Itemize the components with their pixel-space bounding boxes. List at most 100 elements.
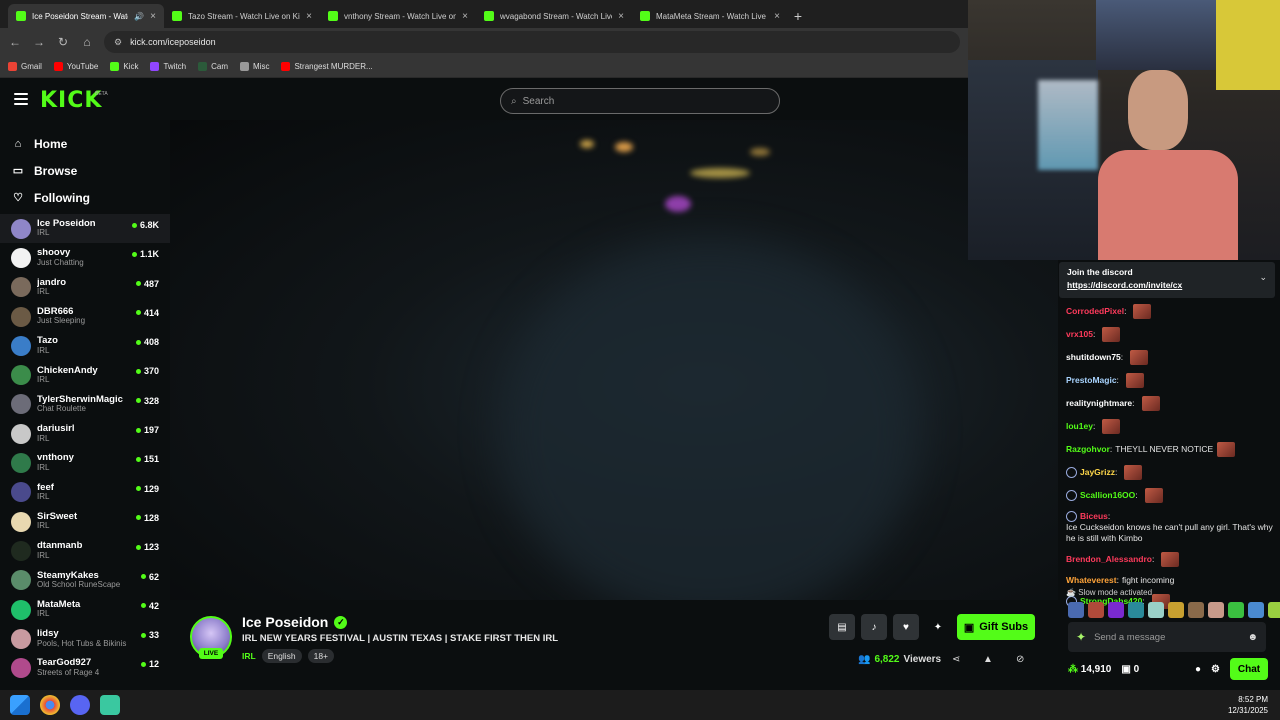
sidebar-item-home[interactable]: ⌂ Home [12, 130, 170, 157]
chat-username[interactable]: Whateverest [1066, 575, 1117, 586]
chat-username[interactable]: vrx105 [1066, 329, 1093, 340]
emoji-icon[interactable]: ☻ [1247, 632, 1258, 643]
emote[interactable] [1124, 465, 1143, 480]
emote[interactable] [1148, 602, 1164, 618]
chat-username[interactable]: realitynightmare [1066, 398, 1132, 409]
emote[interactable] [1128, 602, 1144, 618]
bookmark[interactable]: Misc [240, 62, 269, 71]
bookmark[interactable]: YouTube [53, 62, 98, 71]
bookmark[interactable]: Gmail [8, 62, 42, 71]
speaker-icon[interactable]: 🔊 [134, 12, 144, 21]
channel-item[interactable]: SteamyKakes Old School RuneScape 62 [0, 566, 170, 595]
close-tab-icon[interactable]: × [774, 11, 780, 22]
channel-item[interactable]: dtanmanb IRL 123 [0, 536, 170, 565]
emote[interactable] [1248, 602, 1264, 618]
channel-item[interactable]: dariusirl IRL 197 [0, 419, 170, 448]
bookmark[interactable]: Kick [110, 62, 138, 71]
channel-item[interactable]: SirSweet IRL 128 [0, 507, 170, 536]
system-clock[interactable]: 8:52 PM 12/31/2025 [1228, 694, 1268, 716]
chat-username[interactable]: Scallion16OO [1080, 490, 1135, 501]
app-icon[interactable] [100, 695, 120, 715]
report-icon[interactable]: ▲ [983, 654, 993, 665]
chat-username[interactable]: Brendon_Alessandro [1066, 554, 1152, 565]
chrome-icon[interactable] [40, 695, 60, 715]
windows-start-icon[interactable] [10, 695, 30, 715]
age-tag[interactable]: 18+ [307, 649, 335, 663]
channel-item[interactable]: TearGod927 Streets of Rage 4 12 [0, 653, 170, 682]
channel-item[interactable]: MataMeta IRL 42 [0, 595, 170, 624]
clip-button[interactable]: ▤ [829, 614, 855, 640]
emote[interactable] [1088, 602, 1104, 618]
browser-tab[interactable]: MataMeta Stream - Watch Live × [632, 4, 788, 28]
url-field[interactable]: ⚙ kick.com/iceposeidon [104, 31, 960, 53]
channel-item[interactable]: feef IRL 129 [0, 478, 170, 507]
chat-username[interactable]: lou1ey [1066, 421, 1093, 432]
home-icon[interactable]: ⌂ [80, 35, 94, 49]
pinned-link[interactable]: https://discord.com/invite/cx [1067, 280, 1267, 290]
browser-tab[interactable]: vnthony Stream - Watch Live on × [320, 4, 476, 28]
emote[interactable] [1102, 327, 1121, 342]
forward-icon[interactable]: → [32, 35, 46, 49]
chat-username[interactable]: CorrodedPixel [1066, 306, 1124, 317]
theater-mode-icon[interactable]: ⊘ [1016, 654, 1024, 665]
channel-item[interactable]: TylerSherwinMagic Chat Roulette 328 [0, 390, 170, 419]
share-icon[interactable]: ⋖ [952, 654, 960, 665]
streamer-name[interactable]: Ice Poseidon [242, 614, 328, 630]
channel-item[interactable]: Ice Poseidon IRL 6.8K [0, 214, 170, 244]
emote[interactable] [1168, 602, 1184, 618]
settings-icon[interactable]: ⚙ [1211, 664, 1220, 675]
close-tab-icon[interactable]: × [462, 11, 468, 22]
discord-icon[interactable] [70, 695, 90, 715]
emote[interactable] [1125, 373, 1144, 388]
back-icon[interactable]: ← [8, 35, 22, 49]
close-tab-icon[interactable]: × [150, 11, 156, 22]
emote[interactable] [1217, 442, 1236, 457]
points-display[interactable]: ⁂ 14,910 [1068, 664, 1111, 675]
emote[interactable] [1108, 602, 1124, 618]
follow-button[interactable]: ♥ [893, 614, 919, 640]
chat-username[interactable]: Biceus [1080, 511, 1108, 522]
emote[interactable] [1188, 602, 1204, 618]
emote[interactable] [1268, 602, 1280, 618]
bookmark[interactable]: Twitch [150, 62, 186, 71]
chat-bubble-icon[interactable]: ● [1195, 664, 1201, 675]
language-tag[interactable]: English [261, 649, 302, 663]
emote[interactable] [1161, 552, 1180, 567]
browser-tab[interactable]: Tazo Stream - Watch Live on Kick × [164, 4, 320, 28]
channel-item[interactable]: DBR666 Just Sleeping 414 [0, 302, 170, 331]
chat-username[interactable]: shutitdown75 [1066, 352, 1121, 363]
kick-logo[interactable]: KICK [40, 88, 102, 113]
chevron-down-icon[interactable]: ⌄ [1259, 272, 1267, 283]
chat-username[interactable]: PrestoMagic [1066, 375, 1117, 386]
emote[interactable] [1133, 304, 1152, 319]
chat-input[interactable]: ✦ Send a message ☻ [1068, 622, 1266, 652]
site-info-icon[interactable]: ⚙ [114, 37, 122, 48]
search-input[interactable]: ⌕ Search [500, 88, 780, 114]
emote[interactable] [1102, 419, 1121, 434]
sidebar-item-browse[interactable]: ▭ Browse [12, 157, 170, 184]
emote[interactable] [1144, 488, 1163, 503]
close-tab-icon[interactable]: × [618, 11, 624, 22]
video-player[interactable] [170, 120, 1058, 600]
emote[interactable] [1228, 602, 1244, 618]
bookmark[interactable]: Strangest MURDER... [281, 62, 373, 71]
category-link[interactable]: IRL [242, 651, 256, 661]
pinned-message[interactable]: Join the discord https://discord.com/inv… [1059, 262, 1275, 298]
emote[interactable] [1130, 350, 1149, 365]
emote[interactable] [1068, 602, 1084, 618]
reload-icon[interactable]: ↻ [56, 35, 70, 49]
channel-item[interactable]: lidsy Pools, Hot Tubs & Bikinis 33 [0, 624, 170, 653]
channel-item[interactable]: vnthony IRL 151 [0, 448, 170, 477]
send-chat-button[interactable]: Chat [1230, 658, 1268, 680]
channel-item[interactable]: ChickenAndy IRL 370 [0, 360, 170, 389]
browser-tab[interactable]: wvagabond Stream - Watch Live × [476, 4, 632, 28]
channel-item[interactable]: jandro IRL 487 [0, 273, 170, 302]
sparkle-button[interactable]: ✦ [925, 614, 951, 640]
emote[interactable] [1208, 602, 1224, 618]
kick-star-icon[interactable]: ✦ [1076, 630, 1086, 644]
gift-subs-button[interactable]: ▣ Gift Subs [957, 614, 1035, 640]
channel-item[interactable]: shoovy Just Chatting 1.1K [0, 243, 170, 272]
new-tab-icon[interactable]: + [788, 4, 808, 28]
channel-item[interactable]: Tazo IRL 408 [0, 331, 170, 360]
bookmark[interactable]: Cam [198, 62, 228, 71]
